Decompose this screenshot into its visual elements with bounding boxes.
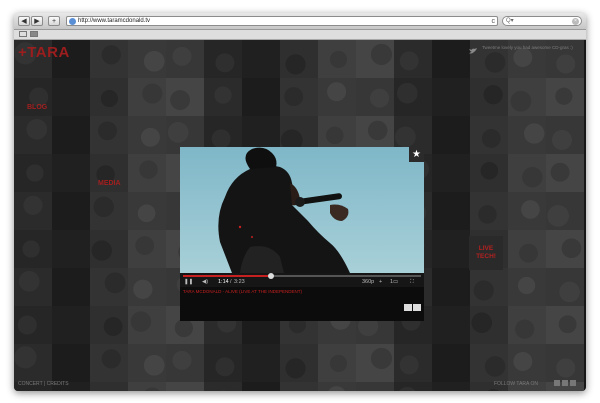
top-sites-icon[interactable] [30,31,38,37]
favorite-star-button[interactable]: ★ [409,147,424,162]
player-controls: ❚❚ ◀) 1:14 / 3:23 360p + 1▭ ⛶ [180,273,424,287]
live-tech-label: LIVE TECH! [476,245,496,260]
time-separator: / [230,279,232,285]
video-player[interactable]: ★ ❚❚ ◀) 1:14 / 3:23 360p + 1▭ ⛶ TARA MCD… [180,147,424,321]
fullscreen-button[interactable]: ⛶ [410,279,414,286]
search-icon: Q▾ [506,18,514,24]
follow-label: FOLLOW TARA ON [494,381,538,387]
video-frame[interactable] [180,147,424,273]
twitter-icon[interactable] [562,380,568,386]
add-bookmark-button[interactable]: + [48,16,60,26]
reload-icon[interactable]: c [492,17,496,26]
browser-toolbar: ◀ ▶ + http://www.taramcdonald.tv c Q▾ × [14,13,586,30]
browser-window: ◀ ▶ + http://www.taramcdonald.tv c Q▾ × … [14,13,586,391]
address-bar[interactable]: http://www.taramcdonald.tv c [66,16,498,26]
url-text: http://www.taramcdonald.tv [78,18,151,24]
twitter-bird-icon[interactable] [469,48,478,55]
latest-tweet: Tweetme lovely you had awesome CD-gras :… [482,45,573,50]
clear-search-icon[interactable]: × [572,18,579,25]
progress-handle[interactable] [268,273,275,279]
quality-button[interactable]: 360p [362,279,374,286]
volume-icon[interactable]: ◀) [202,279,208,286]
facebook-share-icon[interactable] [413,304,421,311]
page-viewport: +TARA BLOG MEDIA Tweetme lovely you had … [14,40,586,391]
progress-fill [183,275,272,277]
progress-track[interactable] [183,273,421,279]
popout-button[interactable]: + [379,279,382,286]
current-time: 1:14 [218,279,229,285]
share-icon[interactable] [404,304,412,311]
search-field[interactable]: Q▾ × [502,16,582,26]
reading-list-icon[interactable] [19,31,27,37]
back-button[interactable]: ◀ [18,16,30,26]
duration: 3:23 [234,279,245,285]
nav-media-link[interactable]: MEDIA [98,180,121,187]
video-caption: TARA MCDONALD - ALIVE (LIVE AT THE INDEP… [183,289,302,294]
live-tech-tile[interactable]: LIVE TECH! [469,236,503,270]
nav-blog-link[interactable]: BLOG [27,104,47,111]
forward-button[interactable]: ▶ [31,16,43,26]
bookmarks-bar [14,30,586,40]
footer-links[interactable]: CONCERT | CREDITS [18,381,69,387]
globe-icon [69,18,76,25]
youtube-icon[interactable] [570,380,576,386]
size-toggle-button[interactable]: 1▭ [390,279,398,286]
facebook-icon[interactable] [554,380,560,386]
site-logo[interactable]: +TARA [18,44,70,61]
pause-button[interactable]: ❚❚ [184,279,193,286]
